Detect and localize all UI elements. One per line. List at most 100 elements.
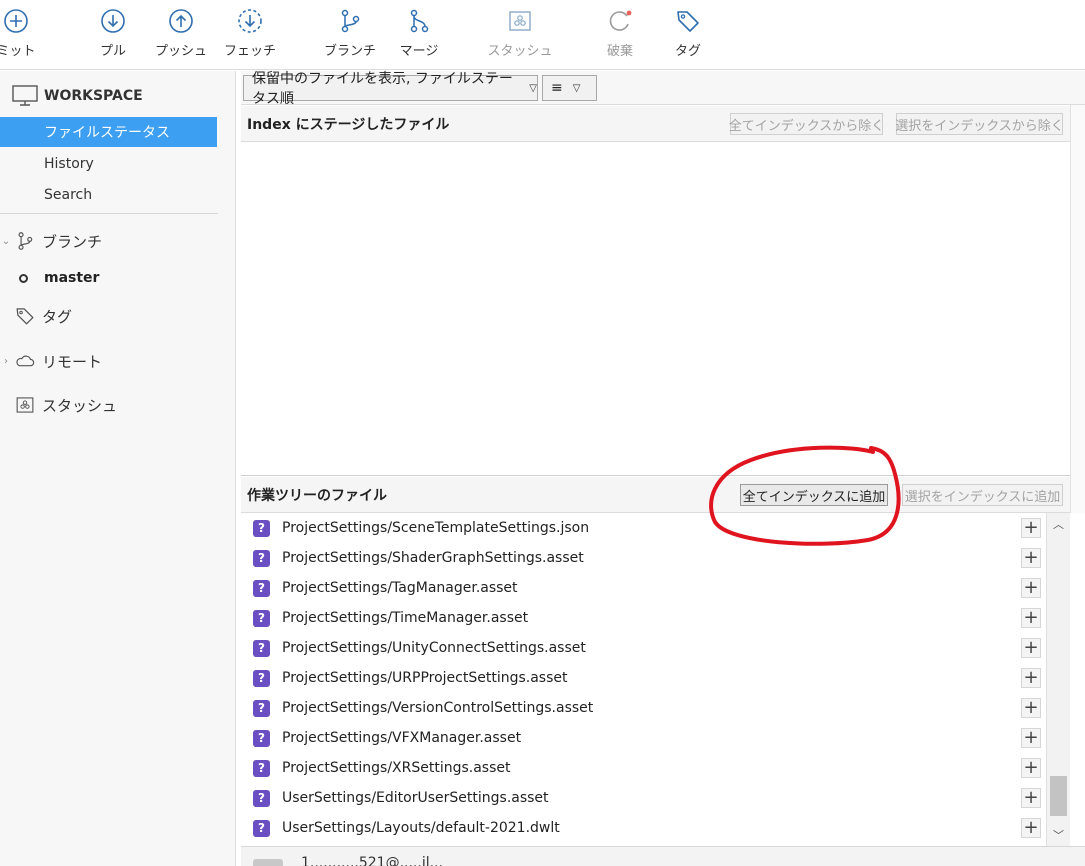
stage-file-button[interactable]: + [1021, 728, 1041, 748]
file-path: ProjectSettings/VFXManager.asset [282, 730, 522, 746]
sidebar: WORKSPACE ファイルステータス History Search ⌄ ブラン… [0, 71, 236, 866]
file-list-scrollbar[interactable]: ︿ ﹀ [1046, 513, 1070, 846]
stage-file-button[interactable]: + [1021, 698, 1041, 718]
stage-file-button[interactable]: + [1021, 608, 1041, 628]
untracked-status-icon: ? [253, 819, 270, 837]
section-label: ブランチ [42, 232, 103, 251]
sidebar-divider [0, 213, 218, 214]
stash-icon [505, 6, 535, 36]
branch-button[interactable]: ブランチ [320, 0, 380, 70]
file-path: ProjectSettings/ShaderGraphSettings.asse… [282, 550, 584, 566]
list-icon: ≡ [551, 80, 563, 96]
file-path: ProjectSettings/XRSettings.asset [282, 760, 511, 776]
stage-file-button[interactable]: + [1021, 518, 1041, 538]
branch-item-master[interactable]: master [0, 265, 99, 291]
cloud-icon [12, 349, 38, 373]
sidebar-section-branches[interactable]: ⌄ ブランチ [0, 227, 102, 255]
stage-file-button[interactable]: + [1021, 548, 1041, 568]
commit-footer: 1...........521@.....il... [241, 846, 1085, 866]
file-path: ProjectSettings/VersionControlSettings.a… [282, 700, 594, 716]
untracked-status-icon: ? [253, 669, 270, 687]
push-button[interactable]: プッシュ [151, 0, 211, 70]
staged-files-list[interactable] [241, 142, 1070, 476]
sidebar-item-search[interactable]: Search [0, 180, 217, 210]
file-path: ProjectSettings/TimeManager.asset [282, 610, 529, 626]
workspace-label: WORKSPACE [44, 88, 143, 104]
stage-file-button[interactable]: + [1021, 818, 1041, 838]
sidebar-section-remotes[interactable]: › リモート [0, 347, 102, 375]
sidebar-item-file-status[interactable]: ファイルステータス [0, 117, 217, 147]
sidebar-section-stashes[interactable]: スタッシュ [0, 391, 117, 419]
file-row[interactable]: ? UserSettings/EditorUserSettings.asset + [241, 783, 1046, 813]
file-row[interactable]: ? ProjectSettings/SceneTemplateSettings.j… [241, 513, 1046, 543]
pull-label: プル [99, 44, 126, 59]
arrow-up-circle-icon [166, 6, 196, 36]
arrow-down-circle-icon [98, 6, 128, 36]
file-row[interactable]: ? ProjectSettings/URPProjectSettings.asse… [241, 663, 1046, 693]
list-options-dropdown[interactable]: ≡ ▽ [542, 75, 597, 101]
discard-label: 破棄 [606, 44, 633, 59]
push-label: プッシュ [154, 44, 207, 59]
chevron-up-icon[interactable]: ︿ [1047, 515, 1070, 533]
sidebar-section-tags[interactable]: タグ [0, 302, 72, 330]
sidebar-item-label: Search [44, 187, 93, 203]
tag-button[interactable]: タグ [658, 0, 718, 70]
merge-button[interactable]: マージ [389, 0, 449, 70]
staged-files-title: Index にステージしたファイル [247, 116, 450, 133]
stage-file-button[interactable]: + [1021, 638, 1041, 658]
view-mode-value: 保留中のファイルを表示, ファイルステータス順 [252, 71, 513, 107]
file-row[interactable]: ? ProjectSettings/XRSettings.asset + [241, 753, 1046, 783]
tag-label: タグ [674, 44, 701, 59]
file-row[interactable]: ? ProjectSettings/UnityConnectSettings.as… [241, 633, 1046, 663]
unstage-all-button[interactable]: 全てインデックスから除く [729, 113, 884, 135]
merge-label: マージ [399, 44, 439, 59]
staged-scroll-gutter [1070, 105, 1085, 513]
file-row[interactable]: ? ProjectSettings/ShaderGraphSettings.ass… [241, 543, 1046, 573]
file-row[interactable]: ? ProjectSettings/VersionControlSettings.… [241, 693, 1046, 723]
chevron-down-icon: ▽ [572, 82, 581, 94]
discard-icon [605, 6, 635, 36]
file-row[interactable]: ? UserSettings/Layouts/default-2021.dwlt + [241, 813, 1046, 843]
commit-button[interactable]: ミット [0, 0, 46, 70]
stage-file-button[interactable]: + [1021, 788, 1041, 808]
avatar [253, 859, 283, 866]
stage-file-button[interactable]: + [1021, 758, 1041, 778]
fetch-button[interactable]: フェッチ [220, 0, 280, 70]
stash-icon [12, 393, 38, 417]
workspace-header: WORKSPACE [12, 83, 143, 109]
stage-all-button[interactable]: 全てインデックスに追加 [740, 484, 888, 506]
stash-button[interactable]: スタッシュ [485, 0, 555, 70]
file-row[interactable]: ? ProjectSettings/TimeManager.asset + [241, 603, 1046, 633]
plus-circle-icon [1, 6, 31, 36]
stage-file-button[interactable]: + [1021, 668, 1041, 688]
untracked-status-icon: ? [253, 549, 270, 567]
stage-selected-button[interactable]: 選択をインデックスに追加 [902, 484, 1063, 506]
stage-file-button[interactable]: + [1021, 578, 1041, 598]
monitor-icon [12, 85, 38, 106]
file-path: ProjectSettings/UnityConnectSettings.ass… [282, 640, 586, 656]
view-mode-dropdown[interactable]: 保留中のファイルを表示, ファイルステータス順 ▽ [243, 71, 538, 107]
sidebar-item-history[interactable]: History [0, 149, 217, 179]
untracked-status-icon: ? [253, 579, 270, 597]
discard-button[interactable]: 破棄 [590, 0, 650, 70]
commit-label: ミット [0, 44, 36, 59]
file-row[interactable]: ? ProjectSettings/TagManager.asset + [241, 573, 1046, 603]
untracked-status-icon: ? [253, 639, 270, 657]
scrollbar-thumb[interactable] [1050, 776, 1067, 816]
untracked-status-icon: ? [253, 519, 270, 537]
file-path: UserSettings/EditorUserSettings.asset [282, 790, 549, 806]
section-label: タグ [42, 307, 73, 326]
branch-name: master [44, 270, 100, 286]
fetch-label: フェッチ [223, 44, 276, 59]
untracked-status-icon: ? [253, 699, 270, 717]
untracked-status-icon: ? [253, 759, 270, 777]
file-row[interactable]: ? ProjectSettings/VFXManager.asset + [241, 723, 1046, 753]
toolbar: ミット プル プッシュ フェッチ ブランチ マージ スタッシュ 破棄 タグ [0, 0, 1085, 70]
chevron-right-icon: › [4, 355, 8, 367]
unstage-selected-button[interactable]: 選択をインデックスから除く [895, 113, 1064, 135]
file-path: ProjectSettings/TagManager.asset [282, 580, 518, 596]
sidebar-item-label: ファイルステータス [44, 125, 170, 141]
chevron-down-icon[interactable]: ﹀ [1047, 826, 1070, 844]
pull-button[interactable]: プル [83, 0, 143, 70]
working-tree-file-list: ? ProjectSettings/SceneTemplateSettings.j… [241, 513, 1046, 846]
